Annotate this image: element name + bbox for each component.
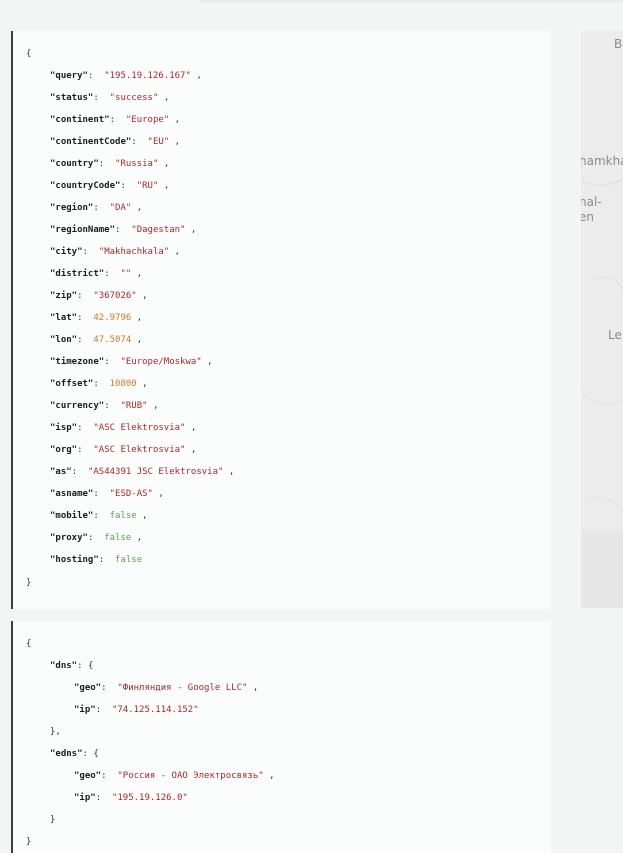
json-key: "currency" [50, 401, 105, 411]
json-value: "Makhachkala" [98, 247, 170, 257]
json-value: "RUB" [120, 401, 148, 411]
json-entry-line: "zip": "367026" , [50, 291, 148, 301]
json-value: "AS44391 JSC Elektrosvia" [87, 467, 224, 477]
json-entry-line: "hosting": false [50, 555, 143, 565]
dns-ip-line: "ip": "74.125.114.152" [74, 705, 199, 715]
json-key: "zip" [50, 291, 78, 301]
json-entry-line: "timezone": "Europe/Moskwa" , [50, 357, 213, 367]
json-value: "195.19.126.167" [104, 71, 191, 81]
json-entry-line: "district": "" , [50, 269, 143, 279]
json-value: false [115, 555, 143, 565]
json-key: "countryCode" [50, 181, 121, 191]
json-entry-line: "currency": "RUB" , [50, 401, 159, 411]
json-entry-line: "country": "Russia" , [50, 159, 170, 169]
json-key: "timezone" [50, 357, 105, 367]
edns-ip-line: "ip": "195.19.126.0" [74, 793, 188, 803]
json-entry-line: "lat": 42.9796 , [50, 313, 143, 323]
json-key: "lon" [50, 335, 78, 345]
json-value: "success" [109, 93, 159, 103]
json-entry-line: "query": "195.19.126.167" , [50, 71, 202, 81]
json-key: "offset" [50, 379, 94, 389]
json-entry-line: "regionName": "Dagestan" , [50, 225, 197, 235]
json-key: "continent" [50, 115, 110, 125]
json-value: "367026" [93, 291, 137, 301]
json-key: "as" [50, 467, 72, 477]
json-key: "asname" [50, 489, 94, 499]
dns-geo-line: "geo": "Финляндия - Google LLC" , [74, 683, 259, 693]
json-value: "DA" [109, 203, 132, 213]
json-value: 10800 [109, 379, 137, 389]
json-key: "query" [50, 71, 88, 81]
json-entry-line: "countryCode": "RU" , [50, 181, 170, 191]
json-value: "RU" [136, 181, 159, 191]
json-value: "EU" [147, 137, 170, 147]
json-key: "country" [50, 159, 99, 169]
json-value: "ASC Elektrosvia" [93, 423, 186, 433]
json-value: 42.9796 [93, 313, 132, 323]
json-value: false [109, 511, 137, 521]
json-entry-line: "continentCode": "EU" , [50, 137, 181, 147]
dns-key-line: "dns": { [50, 661, 94, 671]
json-entry-line: "region": "DA" , [50, 203, 143, 213]
json-entry-line: "org": "ASC Elektrosvia" , [50, 445, 197, 455]
json-value: "" [120, 269, 132, 279]
json-key: "district" [50, 269, 105, 279]
json-key: "mobile" [50, 511, 94, 521]
map-label: Le [608, 328, 622, 342]
json-entry-line: "isp": "ASC Elektrosvia" , [50, 423, 197, 433]
json-value: "Europe" [125, 115, 170, 125]
map-label: hamkha [581, 154, 623, 168]
json-value: "Russia" [115, 159, 159, 169]
json-entry-line: "proxy": false , [50, 533, 143, 543]
json-entry-line: "lon": 47.5074 , [50, 335, 143, 345]
top-bar [200, 0, 623, 2]
json-close-brace: } [26, 578, 32, 588]
json-entry-line: "status": "success" , [50, 93, 170, 103]
json-key: "org" [50, 445, 78, 455]
json-key: "hosting" [50, 555, 99, 565]
json-key: "status" [50, 93, 94, 103]
edns-close-line: } [50, 815, 56, 825]
json-open-brace: { [26, 49, 32, 59]
json-key: "region" [50, 203, 94, 213]
json-entry-line: "as": "AS44391 JSC Elektrosvia" , [50, 467, 235, 477]
dns-close-line: }, [50, 727, 61, 737]
json-value: false [104, 533, 132, 543]
map-label: en [581, 210, 594, 224]
map-label: hal- [581, 195, 602, 209]
json-value: "Dagestan" [131, 225, 186, 235]
ip-info-json-panel: { "query": "195.19.126.167" , "status": "… [11, 31, 551, 609]
json-key: "regionName" [50, 225, 116, 235]
json-key: "isp" [50, 423, 78, 433]
json-entry-line: "continent": "Europe" , [50, 115, 181, 125]
edns-geo-line: "geo": "Россия - ОАО Электросвязь" , [74, 771, 275, 781]
json-key: "continentCode" [50, 137, 132, 147]
json-entry-line: "city": "Makhachkala" , [50, 247, 181, 257]
json-value: 47.5074 [93, 335, 132, 345]
json-value: "ASC Elektrosvia" [93, 445, 186, 455]
json-key: "city" [50, 247, 83, 257]
json-entry-line: "offset": 10800 , [50, 379, 148, 389]
json-entry-line: "mobile": false , [50, 511, 148, 521]
edns-key-line: "edns": { [50, 749, 99, 759]
json-open-brace: { [26, 639, 32, 649]
json-key: "lat" [50, 313, 78, 323]
map-terrain [581, 178, 623, 608]
json-value: "Europe/Moskwa" [120, 357, 202, 367]
dns-info-json-panel: { "dns": { "geo": "Финляндия - Google LL… [11, 621, 551, 853]
json-value: "ESD-AS" [109, 489, 153, 499]
json-entry-line: "asname": "ESD-AS" , [50, 489, 164, 499]
json-key: "proxy" [50, 533, 88, 543]
map-label: B [614, 37, 623, 51]
location-map[interactable]: B hamkha hal- en Le [581, 31, 623, 608]
json-close-brace: } [26, 837, 32, 847]
